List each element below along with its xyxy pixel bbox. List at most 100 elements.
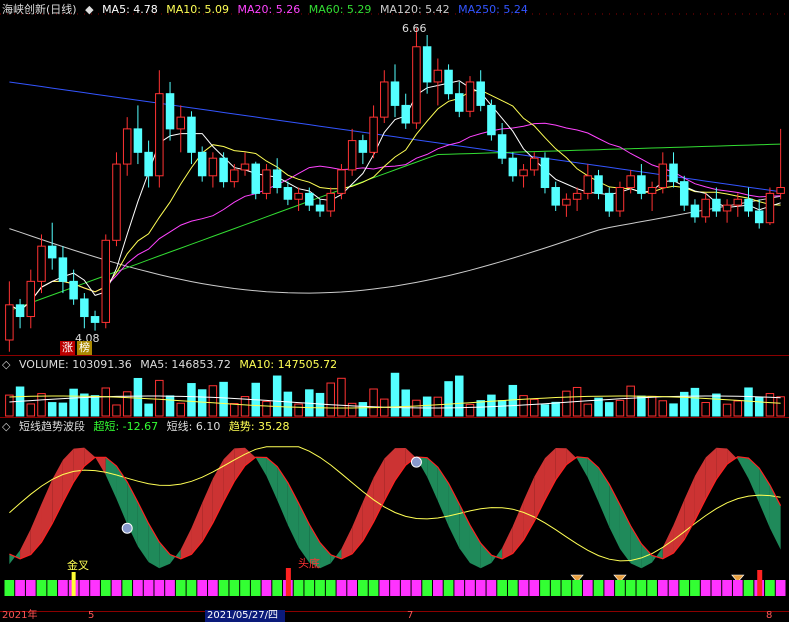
- volume-bar: [690, 387, 700, 417]
- signal-bar: [647, 580, 657, 596]
- candle-body: [230, 169, 239, 183]
- golden-cross-label: 金叉: [67, 559, 89, 572]
- candle: [722, 199, 732, 223]
- top-signal-marker: [757, 570, 763, 596]
- signal-bar: [79, 580, 90, 596]
- candle: [540, 152, 550, 194]
- candle: [5, 281, 14, 352]
- candle: [133, 105, 143, 165]
- candle-body: [722, 204, 732, 212]
- candle: [422, 35, 432, 94]
- candle: [551, 181, 560, 211]
- volume-bar: [744, 387, 753, 417]
- candle-body: [562, 198, 571, 206]
- trend-ribbon-segment: [191, 502, 203, 555]
- candle-body: [315, 204, 325, 212]
- volume-bar: [197, 389, 207, 417]
- signal-bar: [615, 580, 625, 596]
- volume-bar: [712, 393, 721, 417]
- top-signal-marker: [285, 568, 291, 596]
- candle-body: [615, 187, 625, 212]
- volume-bar: [433, 396, 443, 417]
- candle: [101, 234, 111, 329]
- trend-ribbon-segment: [555, 447, 567, 480]
- signal-bar: [765, 580, 775, 596]
- trend-ribbon-segment: [630, 525, 642, 569]
- volume-bar: [776, 396, 785, 417]
- volume-bar: [615, 399, 625, 417]
- trend-ribbon-segment: [587, 457, 599, 502]
- candle-body: [165, 93, 175, 130]
- volume-panel: [5, 372, 785, 417]
- signal-bar: [454, 580, 465, 596]
- ma10-line: [9, 89, 781, 312]
- limit-up-badge[interactable]: 涨 榜: [60, 341, 92, 355]
- volume-bar: [315, 392, 325, 417]
- volume-bar: [90, 395, 100, 417]
- candle: [369, 105, 378, 159]
- signal-bar: [25, 580, 36, 596]
- volume-bar: [455, 375, 464, 417]
- trend-ribbon-segment: [62, 448, 74, 503]
- candle-body: [551, 187, 560, 206]
- trend-ribbon-segment: [619, 504, 631, 564]
- signal-bar: [529, 580, 540, 596]
- signal-bar: [143, 580, 154, 596]
- candle-body: [133, 128, 143, 153]
- candle-body: [433, 69, 443, 83]
- volume-bar: [540, 404, 550, 417]
- volume-bar: [358, 402, 368, 417]
- candle: [230, 164, 239, 188]
- signal-bar: [711, 580, 722, 596]
- volume-bar: [230, 403, 239, 417]
- volume-bar: [401, 389, 410, 417]
- signal-bar: [775, 580, 786, 596]
- candle-body: [594, 175, 603, 194]
- trend-ribbon-segment: [148, 523, 160, 569]
- signal-bar: [604, 580, 615, 596]
- candle: [615, 181, 625, 217]
- signal-bar: [58, 580, 68, 596]
- candle-body: [733, 198, 743, 206]
- candle: [433, 58, 443, 106]
- candle-body: [626, 175, 635, 189]
- candle-body: [101, 239, 111, 323]
- volume-bar: [594, 397, 603, 417]
- volume-bar: [754, 396, 764, 417]
- trend-ribbon-segment: [84, 447, 96, 467]
- candle: [765, 187, 775, 226]
- candle-body: [647, 187, 657, 194]
- candle: [219, 152, 228, 188]
- price-panel: [0, 13, 789, 352]
- candle-body: [765, 192, 775, 224]
- signal-bar: [368, 580, 379, 596]
- candle-body: [251, 163, 260, 194]
- candle-body: [669, 163, 678, 183]
- signal-bar: [304, 580, 315, 596]
- candle-body: [540, 157, 550, 189]
- volume-bar: [326, 382, 335, 417]
- volume-bar: [669, 403, 678, 417]
- signal-bar: [111, 580, 122, 596]
- candle-body: [240, 163, 250, 171]
- peak-cup-icon: [121, 522, 133, 534]
- chart-canvas[interactable]: [0, 0, 789, 620]
- trend-ribbon-segment: [234, 447, 246, 482]
- candle: [187, 111, 196, 165]
- signal-bar: [379, 580, 390, 596]
- candle-body: [5, 304, 14, 341]
- trend-ribbon-segment: [9, 550, 21, 565]
- candle: [658, 152, 668, 194]
- badge-char-zhang: 涨: [60, 341, 75, 355]
- volume-bar: [294, 403, 303, 417]
- volume-bar: [133, 377, 143, 417]
- candle: [272, 158, 282, 194]
- candle-body: [754, 210, 764, 224]
- signal-bar: [325, 580, 336, 596]
- trend-ribbon-segment: [298, 503, 310, 563]
- signal-bar: [475, 580, 486, 596]
- candle: [58, 246, 68, 294]
- volume-bar: [701, 402, 710, 417]
- signal-bar: [722, 580, 732, 596]
- volume-bar: [187, 383, 196, 417]
